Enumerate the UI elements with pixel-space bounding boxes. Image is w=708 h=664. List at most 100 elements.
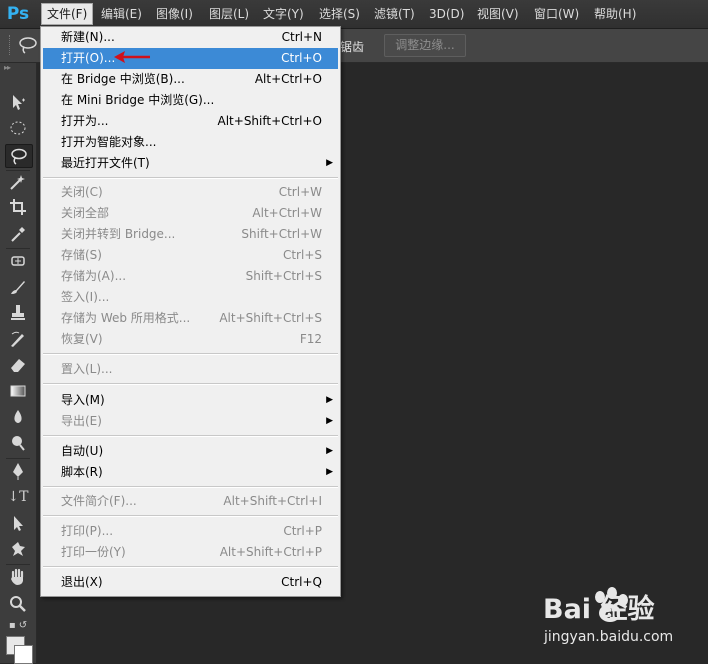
menu-image[interactable]: 图像(I) bbox=[151, 4, 198, 24]
menu-item-shortcut: F12 bbox=[299, 332, 322, 346]
menu-item-new[interactable]: 新建(N)... Ctrl+N bbox=[43, 27, 338, 48]
menu-item-shortcut: Ctrl+S bbox=[282, 248, 322, 262]
menu-item-shortcut: Alt+Shift+Ctrl+S bbox=[219, 311, 322, 325]
menu-separator bbox=[43, 566, 338, 568]
history-brush-icon[interactable] bbox=[5, 328, 31, 350]
menu-separator bbox=[43, 486, 338, 488]
menu-item-label: 关闭并转到 Bridge... bbox=[61, 227, 176, 241]
menu-item-scripts[interactable]: 脚本(R) ▶ bbox=[43, 462, 338, 483]
menu-item-shortcut: Alt+Ctrl+W bbox=[252, 206, 322, 220]
menu-item-save-for-web[interactable]: 存储为 Web 所用格式... Alt+Shift+Ctrl+S bbox=[43, 308, 338, 329]
swap-colors-icon[interactable]: ▪ ↺ bbox=[5, 619, 31, 633]
marquee-tool-icon[interactable] bbox=[5, 117, 31, 139]
submenu-arrow-icon: ▶ bbox=[326, 395, 333, 405]
lasso-preset-icon[interactable] bbox=[16, 34, 42, 56]
crop-tool-icon[interactable] bbox=[5, 196, 31, 218]
menu-item-export[interactable]: 导出(E) ▶ bbox=[43, 411, 338, 432]
menu-item-label: 打开为... bbox=[61, 114, 109, 128]
background-color-swatch[interactable] bbox=[14, 645, 33, 664]
menu-item-label: 存储为(A)... bbox=[61, 269, 127, 283]
menu-item-save[interactable]: 存储(S) Ctrl+S bbox=[43, 245, 338, 266]
menu-item-browse-bridge[interactable]: 在 Bridge 中浏览(B)... Alt+Ctrl+O bbox=[43, 69, 338, 90]
annotation-arrow-icon bbox=[114, 51, 150, 63]
menu-item-exit[interactable]: 退出(X) Ctrl+Q bbox=[43, 572, 338, 593]
lasso-tool-icon[interactable] bbox=[5, 144, 33, 168]
menu-item-shortcut: Ctrl+Q bbox=[281, 575, 322, 589]
menu-item-label: 在 Bridge 中浏览(B)... bbox=[61, 72, 185, 86]
menu-item-close[interactable]: 关闭(C) Ctrl+W bbox=[43, 182, 338, 203]
eyedropper-icon[interactable] bbox=[5, 223, 31, 245]
menu-item-browse-mini-bridge[interactable]: 在 Mini Bridge 中浏览(G)... bbox=[43, 90, 338, 111]
menu-item-print-one[interactable]: 打印一份(Y) Alt+Shift+Ctrl+P bbox=[43, 542, 338, 563]
blur-tool-icon[interactable] bbox=[5, 406, 31, 428]
menu-item-place[interactable]: 置入(L)... bbox=[43, 359, 338, 380]
menu-item-save-as[interactable]: 存储为(A)... Shift+Ctrl+S bbox=[43, 266, 338, 287]
menu-3d[interactable]: 3D(D) bbox=[424, 4, 469, 24]
menu-item-label: 退出(X) bbox=[61, 575, 103, 589]
menu-file[interactable]: 文件(F) bbox=[41, 3, 94, 25]
magic-wand-icon[interactable] bbox=[5, 171, 31, 193]
menu-item-shortcut: Ctrl+N bbox=[281, 30, 322, 44]
menu-item-recent-files[interactable]: 最近打开文件(T) ▶ bbox=[43, 153, 338, 174]
menu-item-open[interactable]: 打开(O)... Ctrl+O bbox=[43, 48, 338, 69]
menu-item-shortcut: Ctrl+O bbox=[281, 51, 322, 65]
hand-tool-icon[interactable] bbox=[5, 566, 31, 588]
menu-item-print[interactable]: 打印(P)... Ctrl+P bbox=[43, 521, 338, 542]
pen-tool-icon[interactable] bbox=[5, 460, 31, 482]
toolbox-separator bbox=[6, 564, 30, 565]
baidu-jingyan-watermark: du Bai 经验 jingyan.baidu.com bbox=[540, 585, 705, 657]
toolbox-grip[interactable]: ▸▸ bbox=[4, 64, 32, 72]
type-tool-icon[interactable]: ↓T bbox=[5, 486, 31, 508]
menu-window[interactable]: 窗口(W) bbox=[529, 4, 584, 24]
menu-item-check-in[interactable]: 签入(I)... bbox=[43, 287, 338, 308]
submenu-arrow-icon: ▶ bbox=[326, 158, 333, 168]
dodge-tool-icon[interactable] bbox=[5, 432, 31, 454]
menu-item-automate[interactable]: 自动(U) ▶ bbox=[43, 441, 338, 462]
menu-help[interactable]: 帮助(H) bbox=[589, 4, 641, 24]
file-menu-dropdown: 新建(N)... Ctrl+N 打开(O)... Ctrl+O 在 Bridge… bbox=[40, 26, 341, 597]
clone-stamp-icon[interactable] bbox=[5, 302, 31, 324]
menu-item-label: 在 Mini Bridge 中浏览(G)... bbox=[61, 93, 215, 107]
healing-brush-icon[interactable] bbox=[5, 250, 31, 272]
move-tool-icon[interactable] bbox=[5, 91, 31, 113]
menu-item-label: 自动(U) bbox=[61, 444, 104, 458]
menu-item-label: 打开(O)... bbox=[61, 51, 116, 65]
menu-item-file-info[interactable]: 文件简介(F)... Alt+Shift+Ctrl+I bbox=[43, 491, 338, 512]
menu-item-import[interactable]: 导入(M) ▶ bbox=[43, 390, 338, 411]
menu-item-label: 导出(E) bbox=[61, 414, 102, 428]
menu-item-close-all[interactable]: 关闭全部 Alt+Ctrl+W bbox=[43, 203, 338, 224]
eraser-icon[interactable] bbox=[5, 354, 31, 376]
menu-separator bbox=[43, 515, 338, 517]
brush-icon[interactable] bbox=[5, 276, 31, 298]
gradient-icon[interactable] bbox=[5, 380, 31, 402]
menu-type[interactable]: 文字(Y) bbox=[258, 4, 309, 24]
menu-item-shortcut: Alt+Shift+Ctrl+P bbox=[219, 545, 322, 559]
menu-item-open-smart-object[interactable]: 打开为智能对象... bbox=[43, 132, 338, 153]
path-selection-icon[interactable] bbox=[5, 512, 31, 534]
submenu-arrow-icon: ▶ bbox=[326, 416, 333, 426]
menu-item-label: 文件简介(F)... bbox=[61, 494, 137, 508]
menu-select[interactable]: 选择(S) bbox=[314, 4, 365, 24]
menu-view[interactable]: 视图(V) bbox=[472, 4, 524, 24]
watermark-brand: Bai 经验 bbox=[543, 594, 655, 625]
menu-item-label: 恢复(V) bbox=[61, 332, 103, 346]
menu-edit[interactable]: 编辑(E) bbox=[96, 4, 147, 24]
menu-item-label: 脚本(R) bbox=[61, 465, 103, 479]
menu-item-revert[interactable]: 恢复(V) F12 bbox=[43, 329, 338, 350]
menu-separator bbox=[43, 435, 338, 437]
menu-item-open-as[interactable]: 打开为... Alt+Shift+Ctrl+O bbox=[43, 111, 338, 132]
menu-layer[interactable]: 图层(L) bbox=[204, 4, 254, 24]
menu-item-close-go-bridge[interactable]: 关闭并转到 Bridge... Shift+Ctrl+W bbox=[43, 224, 338, 245]
menu-separator bbox=[43, 383, 338, 385]
menu-item-shortcut: Ctrl+W bbox=[278, 185, 322, 199]
zoom-tool-icon[interactable] bbox=[5, 593, 31, 615]
menu-item-shortcut: Alt+Shift+Ctrl+O bbox=[217, 114, 322, 128]
menu-item-label: 最近打开文件(T) bbox=[61, 156, 150, 170]
custom-shape-icon[interactable] bbox=[5, 538, 31, 560]
menu-item-shortcut: Alt+Ctrl+O bbox=[254, 72, 322, 86]
menu-item-label: 打印(P)... bbox=[61, 524, 114, 538]
submenu-arrow-icon: ▶ bbox=[326, 446, 333, 456]
refine-edge-button[interactable]: 调整边缘... bbox=[384, 34, 466, 57]
menu-filter[interactable]: 滤镜(T) bbox=[369, 4, 420, 24]
photoshop-logo[interactable]: Ps bbox=[4, 3, 32, 25]
